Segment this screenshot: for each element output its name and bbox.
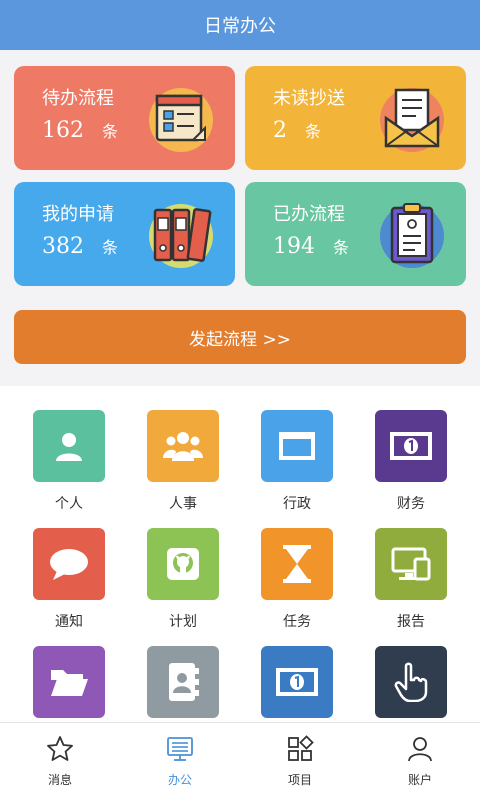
card-done-workflows[interactable]: 已办流程 194 条 — [245, 182, 466, 286]
banknote-icon — [390, 432, 432, 460]
card-count-unit: 条 — [305, 122, 322, 141]
module-icon-box — [147, 528, 219, 600]
tab-office[interactable]: 办公 — [120, 723, 240, 800]
module-tile[interactable]: 通知 — [14, 510, 128, 630]
bottom-tab-bar: 消息 办公 项目 账户 — [0, 722, 480, 800]
card-todo-workflows[interactable]: 待办流程 162 条 — [14, 66, 235, 170]
module-tile[interactable] — [128, 628, 242, 722]
card-count-number: 162 — [42, 118, 84, 143]
module-icon-box — [375, 646, 447, 718]
module-icon-box — [375, 410, 447, 482]
module-tile[interactable] — [14, 628, 128, 722]
module-tile[interactable]: 任务 — [242, 510, 356, 630]
card-title: 已办流程 — [273, 204, 345, 225]
module-icon-box — [261, 410, 333, 482]
module-tile[interactable] — [356, 628, 470, 722]
tab-account[interactable]: 账户 — [360, 723, 480, 800]
user-icon — [408, 737, 432, 762]
calendar-list-icon — [149, 88, 213, 152]
card-count-number: 382 — [42, 234, 84, 259]
hourglass-icon — [283, 545, 311, 583]
module-icon-box — [33, 410, 105, 482]
card-my-applications[interactable]: 我的申请 382 条 — [14, 182, 235, 286]
module-tile[interactable] — [242, 628, 356, 722]
card-count-unit: 条 — [333, 238, 350, 257]
window-icon — [279, 432, 315, 460]
module-icon-box — [33, 646, 105, 718]
tab-label: 项目 — [287, 773, 312, 787]
card-count-number: 2 — [273, 118, 287, 143]
card-count: 162 条 — [42, 118, 118, 143]
tab-projects[interactable]: 项目 — [240, 723, 360, 800]
chat-bubble-icon — [50, 549, 88, 580]
module-icon-box — [147, 646, 219, 718]
tab-label: 办公 — [167, 773, 192, 787]
summary-section: 待办流程 162 条 未读抄送 2 条 我的申请 382 条 已办流程 194 … — [0, 50, 480, 386]
devices-icon — [391, 547, 431, 581]
card-unread-cc[interactable]: 未读抄送 2 条 — [245, 66, 466, 170]
tab-label: 账户 — [407, 773, 432, 787]
module-tile[interactable]: 人事 — [128, 392, 242, 512]
start-workflow-button[interactable]: 发起流程 >> — [14, 310, 466, 364]
contacts-icon — [169, 663, 199, 701]
pointer-hand-icon — [394, 662, 428, 702]
module-tile[interactable]: 计划 — [128, 510, 242, 630]
module-icon-box — [33, 528, 105, 600]
clipboard-icon — [380, 203, 444, 268]
folder-icon — [51, 670, 88, 696]
module-tile[interactable]: 报告 — [356, 510, 470, 630]
card-count: 194 条 — [273, 234, 349, 259]
person-icon — [56, 433, 82, 461]
card-title: 未读抄送 — [273, 88, 345, 109]
tab-messages[interactable]: 消息 — [0, 723, 120, 800]
module-tile[interactable]: 行政 — [242, 392, 356, 512]
module-grid: 个人 人事 行政 财务 通知 计划 任务 报告 — [0, 392, 480, 722]
module-icon-box — [261, 646, 333, 718]
star-icon — [47, 736, 73, 761]
envelope-letter-icon — [380, 88, 444, 152]
module-tile[interactable]: 个人 — [14, 392, 128, 512]
header-bar: 日常办公 — [0, 0, 480, 50]
module-icon-box — [375, 528, 447, 600]
module-icon-box — [261, 528, 333, 600]
card-count: 382 条 — [42, 234, 118, 259]
module-icon-box — [147, 410, 219, 482]
card-title: 待办流程 — [42, 88, 114, 109]
card-count: 2 条 — [273, 118, 321, 143]
page-title: 日常办公 — [204, 16, 276, 37]
monitor-icon — [167, 737, 193, 761]
binders-icon — [149, 204, 213, 268]
module-tile[interactable]: 财务 — [356, 392, 470, 512]
card-count-unit: 条 — [102, 238, 119, 257]
group-icon — [163, 432, 203, 461]
card-title: 我的申请 — [42, 204, 114, 225]
card-count-number: 194 — [273, 234, 315, 259]
card-count-unit: 条 — [102, 122, 119, 141]
banknote-icon — [276, 668, 318, 696]
github-icon — [167, 548, 199, 580]
tab-label: 消息 — [47, 773, 72, 787]
grid-icon — [288, 735, 314, 761]
